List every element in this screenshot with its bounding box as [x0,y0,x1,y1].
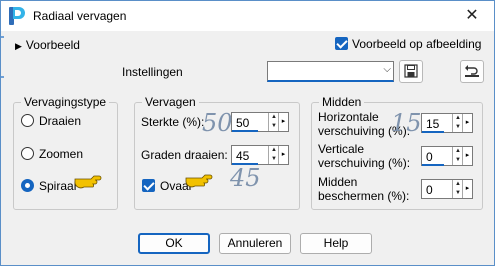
title-bar: Radiaal vervagen ✕ [1,1,494,31]
spin-slider-icon[interactable]: ▸ [278,113,288,131]
spin-slider-icon[interactable]: ▸ [278,146,288,164]
protect-center-label: Midden beschermen (%): [318,175,410,203]
angle-value: 45 [236,149,250,163]
blur-title: Vervagen [142,95,199,109]
angle-label: Graden draaien: [141,148,228,162]
radio-selected-icon [21,179,34,192]
radio-spiraal-label: Spiraal [39,179,77,193]
radio-zoomen[interactable]: Zoomen [21,147,83,161]
pointing-hand-icon [185,174,213,188]
protect-center-spinner[interactable]: 0 ▲ ▼ ▸ [421,179,473,199]
annotation-strength: 50 [202,109,233,137]
radio-draaien[interactable]: Draaien [21,114,81,128]
annotation-angle: 45 [230,164,261,192]
vertical-shift-spinner[interactable]: 0 ▲ ▼ ▸ [421,146,473,166]
blur-type-group: Vervagingstype Draaien Zoomen Spiraal [13,95,118,210]
ok-button[interactable]: OK [138,233,210,254]
checkbox-checked-icon [142,179,155,192]
radio-spiraal[interactable]: Spiraal [21,179,76,193]
settings-label: Instellingen [122,65,183,79]
preview-on-image-label: Voorbeeld op afbeelding [352,37,482,51]
angle-spinner[interactable]: 45 ▲ ▼ ▸ [231,145,289,165]
horizontal-shift-value: 15 [426,117,440,131]
spin-slider-icon[interactable]: ▸ [462,147,472,165]
spin-slider-icon[interactable]: ▸ [462,180,472,198]
pointing-hand-icon [74,175,102,189]
strength-spinner[interactable]: 50 ▲ ▼ ▸ [231,112,289,132]
help-button[interactable]: Help [300,233,372,254]
strength-value: 50 [236,116,250,130]
save-preset-button[interactable] [399,60,423,83]
blur-type-title: Vervagingstype [21,95,110,109]
spin-slider-icon[interactable]: ▸ [462,114,472,132]
checkbox-checked-icon [335,37,348,50]
horizontal-shift-spinner[interactable]: 15 ▲ ▼ ▸ [421,113,473,133]
radio-zoomen-label: Zoomen [39,147,84,161]
preview-on-image-checkbox[interactable]: Voorbeeld op afbeelding [335,37,481,51]
edge-marker [1,76,4,78]
center-title: Midden [319,95,365,109]
cancel-button[interactable]: Annuleren [219,233,291,254]
reset-button[interactable] [460,60,484,83]
strength-label: Sterkte (%): [141,115,205,129]
annotation-horizontal: 15 [391,109,422,137]
window-title: Radiaal vervagen [33,9,127,23]
protect-center-value: 0 [426,183,433,197]
floppy-disk-icon [404,64,418,78]
chevron-down-icon: ⌵ [383,64,391,75]
undo-arrow-icon [465,65,479,77]
dialog-window: Radiaal vervagen ✕ ▶ Voorbeeld Voorbeeld … [0,0,495,266]
vertical-shift-label: Verticale verschuiving (%): [318,142,411,170]
preview-toggle[interactable]: ▶ Voorbeeld [15,38,80,52]
close-button[interactable]: ✕ [450,1,494,31]
edge-marker [1,36,4,38]
vertical-shift-value: 0 [426,150,433,164]
app-icon [9,7,25,25]
radio-unselected-icon [21,147,34,160]
preview-toggle-label: Voorbeeld [25,38,80,52]
settings-dropdown[interactable]: ⌵ [267,61,394,82]
radio-unselected-icon [21,114,34,127]
radio-draaien-label: Draaien [39,114,82,128]
expand-arrow-icon: ▶ [15,41,22,51]
